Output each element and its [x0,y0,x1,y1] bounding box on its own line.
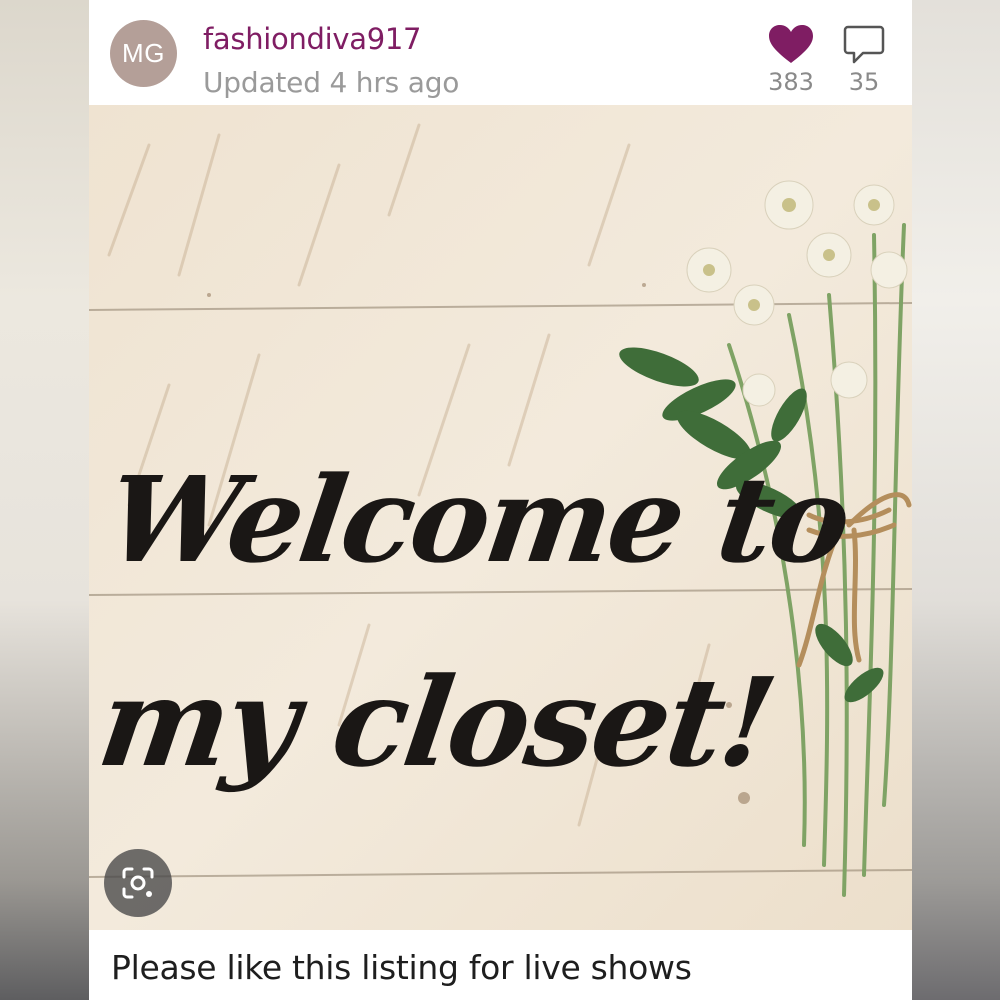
listing-header: MG fashiondiva917 Updated 4 hrs ago 383 … [89,0,912,105]
speech-bubble-icon [843,25,885,64]
headline-line-2: my closet! [90,650,782,794]
background-left-edge [0,0,89,1000]
visual-search-button[interactable] [104,849,172,917]
visual-search-icon [122,867,154,899]
heart-icon [769,25,813,63]
background-right-edge [912,0,1000,1000]
avatar[interactable]: MG [110,20,177,87]
headline-line-1: Welcome to [99,450,857,589]
like-button[interactable]: 383 [763,24,819,100]
updated-timestamp: Updated 4 hrs ago [203,66,460,99]
listing-caption: Please like this listing for live shows [111,948,692,987]
listing-card: MG fashiondiva917 Updated 4 hrs ago 383 … [89,0,912,1000]
comment-count: 35 [848,68,880,96]
listing-caption-bar: Please like this listing for live shows [89,930,912,1000]
username-link[interactable]: fashiondiva917 [203,22,422,56]
listing-image[interactable]: Welcome to my closet! [89,105,912,930]
like-count: 383 [768,68,814,96]
comment-button[interactable]: 35 [839,24,889,100]
